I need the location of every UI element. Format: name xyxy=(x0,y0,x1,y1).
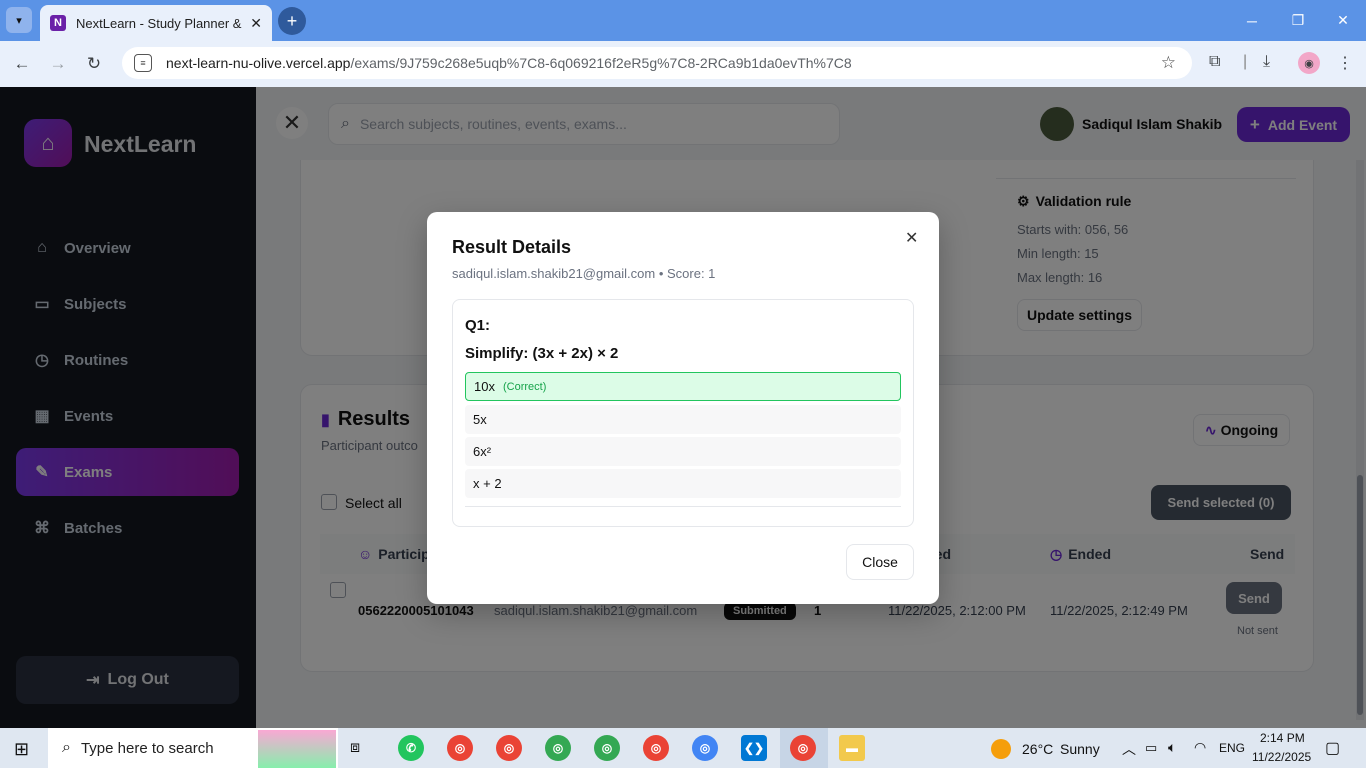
correct-tag: (Correct) xyxy=(502,380,547,393)
tab-close-icon[interactable]: ✕ xyxy=(250,15,262,32)
reload-icon[interactable]: ↻ xyxy=(81,51,107,77)
battery-icon[interactable]: ▭ xyxy=(1145,740,1157,756)
url-path: /exams/9J759c268e5uqb%7C8-6q069216f2eR5g… xyxy=(350,55,852,71)
bookmark-star-icon[interactable]: ☆ xyxy=(1161,53,1176,73)
question-box: Q1: Simplify: (3x + 2x) × 2 10x (Correct… xyxy=(452,299,914,527)
option-text: 5x xyxy=(473,412,487,427)
new-tab-button[interactable]: + xyxy=(278,7,306,35)
option: 6x² xyxy=(465,437,901,466)
downloads-icon[interactable]: ⤓ xyxy=(1263,53,1270,71)
close-button[interactable]: Close xyxy=(846,544,914,580)
back-icon[interactable]: ← xyxy=(9,51,35,77)
chrome-icon[interactable]: ◎ xyxy=(496,735,522,761)
taskbar-search-placeholder: Type here to search xyxy=(80,739,214,757)
restore-button[interactable]: ❐ xyxy=(1275,0,1321,41)
divider xyxy=(465,506,901,507)
site-info-icon[interactable]: ≡ xyxy=(134,54,152,72)
modal-subtitle: sadiqul.islam.shakib21@gmail.com • Score… xyxy=(452,266,716,281)
chrome-icon[interactable]: ◎ xyxy=(643,735,669,761)
vscode-icon[interactable]: ❮❯ xyxy=(741,735,767,761)
modal-close-icon[interactable]: ✕ xyxy=(905,228,918,248)
nextlearn-favicon-icon: N xyxy=(50,15,66,31)
browser-tab[interactable]: N NextLearn - Study Planner & Ro ✕ xyxy=(40,5,272,41)
browser-menu-icon[interactable]: ⋮ xyxy=(1337,53,1353,73)
sun-icon xyxy=(991,739,1011,759)
toolbar-divider: | xyxy=(1243,53,1248,70)
tab-title: NextLearn - Study Planner & Ro xyxy=(76,15,245,31)
profile-avatar-icon[interactable]: ◉ xyxy=(1298,52,1320,74)
chrome-icon[interactable]: ◎ xyxy=(447,735,473,761)
option-text: 6x² xyxy=(473,444,492,459)
forward-icon[interactable]: → xyxy=(45,51,71,77)
task-view-icon[interactable]: ⧈ xyxy=(350,739,360,757)
chrome-icon[interactable]: ◎ xyxy=(790,735,816,761)
result-details-modal: Result Details sadiqul.islam.shakib21@gm… xyxy=(427,212,939,604)
volume-icon[interactable]: 🔈︎ xyxy=(1168,739,1176,756)
option-text: x + 2 xyxy=(473,476,502,491)
modal-title: Result Details xyxy=(452,237,572,257)
weather-temp[interactable]: 26°C xyxy=(1022,741,1053,757)
notifications-icon[interactable]: ▢ xyxy=(1325,738,1340,758)
search-highlight-image xyxy=(258,730,336,768)
chrome-icon[interactable]: ◎ xyxy=(692,735,718,761)
extensions-icon[interactable]: ⧉ xyxy=(1209,53,1220,71)
url-host: next-learn-nu-olive.vercel.app xyxy=(166,55,351,71)
search-icon: ⌕ xyxy=(62,739,71,756)
tab-search-button[interactable]: ▾ xyxy=(6,7,32,33)
windows-start-icon[interactable]: ⊞ xyxy=(14,739,29,760)
option-text: 10x xyxy=(474,379,495,394)
option: 5x xyxy=(465,405,901,434)
language-indicator[interactable]: ENG xyxy=(1219,741,1245,755)
window-close-button[interactable]: ✕ xyxy=(1320,0,1366,41)
option-correct: 10x (Correct) xyxy=(465,372,901,401)
wifi-icon[interactable]: ◠ xyxy=(1194,739,1206,756)
question-text: Simplify: (3x + 2x) × 2 xyxy=(465,345,619,362)
clock-date[interactable]: 11/22/2025 xyxy=(1252,750,1311,764)
minimize-button[interactable]: ─ xyxy=(1229,0,1275,41)
chrome-icon[interactable]: ◎ xyxy=(545,735,571,761)
whatsapp-icon[interactable]: ✆ xyxy=(398,735,424,761)
chrome-icon[interactable]: ◎ xyxy=(594,735,620,761)
question-number: Q1: xyxy=(465,317,491,334)
clock-time[interactable]: 2:14 PM xyxy=(1260,731,1305,745)
file-explorer-icon[interactable]: ▬ xyxy=(839,735,865,761)
weather-desc[interactable]: Sunny xyxy=(1060,741,1100,757)
url-bar[interactable]: ≡ next-learn-nu-olive.vercel.app /exams/… xyxy=(122,47,1192,79)
tray-chevron-icon[interactable]: ︿ xyxy=(1122,739,1136,759)
option: x + 2 xyxy=(465,469,901,498)
